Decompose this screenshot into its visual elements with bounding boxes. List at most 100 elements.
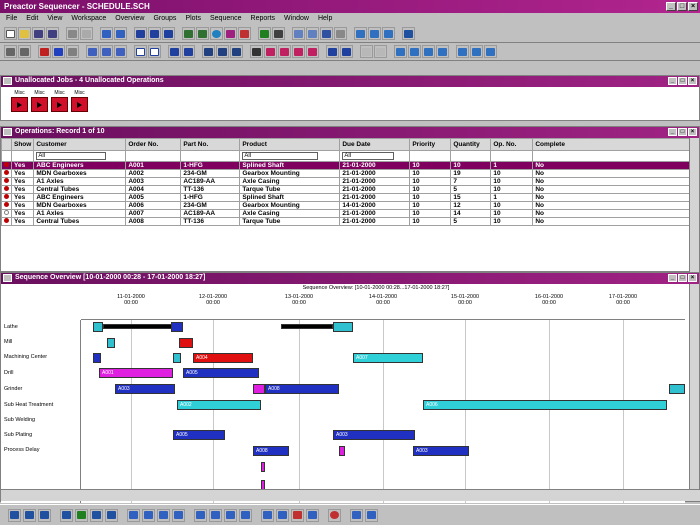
gantt-bar[interactable] xyxy=(261,462,265,472)
table-row[interactable]: Yes MDN Gearboxes A006 234-GM Gearbox Mounti… xyxy=(1,201,693,210)
unallocated-job[interactable]: Misc xyxy=(11,90,28,113)
layout-icon[interactable] xyxy=(134,27,147,40)
gantt-bar[interactable] xyxy=(93,353,101,363)
table-row[interactable]: Yes Central Tubes A004 TT-136 Tarque Tube 21-… xyxy=(1,185,693,194)
gantt-bar[interactable] xyxy=(179,338,193,348)
check-op-icon[interactable] xyxy=(261,508,274,522)
sort-up-icon[interactable] xyxy=(224,508,237,522)
operations-vertical-scrollbar[interactable] xyxy=(689,138,699,272)
column-header[interactable]: Op. No. xyxy=(490,138,534,151)
column-header[interactable]: Priority xyxy=(409,138,452,151)
gantt-bar[interactable] xyxy=(281,324,333,329)
gantt-bar[interactable]: A003 xyxy=(413,446,469,456)
order-icon[interactable] xyxy=(114,45,127,58)
link-icon[interactable] xyxy=(230,45,243,58)
calc-icon[interactable] xyxy=(90,508,103,522)
table2-op-icon[interactable] xyxy=(365,508,378,522)
settings-icon[interactable] xyxy=(484,45,497,58)
gantt-bar[interactable]: A008 xyxy=(265,384,339,394)
group-icon[interactable] xyxy=(86,45,99,58)
ungroup-icon[interactable] xyxy=(100,45,113,58)
view-icon[interactable] xyxy=(168,45,181,58)
close-button[interactable]: × xyxy=(688,128,697,136)
unallocated-job[interactable]: Misc xyxy=(31,90,48,113)
unallocated-job[interactable]: Misc xyxy=(51,90,68,113)
close-button[interactable]: × xyxy=(688,274,697,282)
sort-icon[interactable] xyxy=(382,27,395,40)
check-icon[interactable] xyxy=(394,45,407,58)
select-icon[interactable] xyxy=(8,508,21,522)
copy-icon[interactable] xyxy=(105,508,118,522)
sort-asc-icon[interactable] xyxy=(194,508,207,522)
bars-icon[interactable] xyxy=(408,45,421,58)
disabled-b-icon[interactable] xyxy=(374,45,387,58)
gantt-bar[interactable]: A004 xyxy=(193,353,253,363)
zoom-in-icon[interactable] xyxy=(292,27,305,40)
help-pointer-icon[interactable] xyxy=(402,27,415,40)
due-date-filter-select[interactable]: All xyxy=(342,152,395,160)
panel-icon[interactable] xyxy=(162,27,175,40)
minimize-button[interactable]: _ xyxy=(666,2,676,11)
maximize-button[interactable]: □ xyxy=(678,128,687,136)
binoculars-icon[interactable] xyxy=(250,45,263,58)
play-icon[interactable] xyxy=(202,45,215,58)
first-icon[interactable] xyxy=(127,508,140,522)
minimize-button[interactable]: _ xyxy=(668,128,677,136)
wand-icon[interactable] xyxy=(224,27,237,40)
chart-icon[interactable] xyxy=(114,27,127,40)
link-op-icon[interactable] xyxy=(38,508,51,522)
last-icon[interactable] xyxy=(172,508,185,522)
grid-op-icon[interactable] xyxy=(276,508,289,522)
print-icon[interactable] xyxy=(66,27,79,40)
menu-window[interactable]: Window xyxy=(284,15,309,23)
gantt-bar[interactable] xyxy=(171,322,183,332)
frame-icon[interactable] xyxy=(134,45,147,58)
sort-desc-icon[interactable] xyxy=(209,508,222,522)
gantt-bar[interactable] xyxy=(333,322,353,332)
menu-sequence[interactable]: Sequence xyxy=(210,15,242,23)
table-row[interactable]: Yes MDN Gearboxes A002 234-GM Gearbox Mounti… xyxy=(1,169,693,178)
eq-icon[interactable] xyxy=(216,45,229,58)
open-folder-icon[interactable] xyxy=(18,27,31,40)
gantt-bar[interactable]: A007 xyxy=(353,353,423,363)
table-row[interactable]: Yes Central Tubes A008 TT-136 Tarque Tube 21-… xyxy=(1,217,693,226)
gantt-bar[interactable] xyxy=(93,322,103,332)
filter-icon[interactable] xyxy=(320,27,333,40)
gantt-bar[interactable]: A003 xyxy=(333,430,415,440)
gantt-bar[interactable]: A008 xyxy=(253,446,289,456)
job-red-icon[interactable] xyxy=(38,45,51,58)
flag-op-icon[interactable] xyxy=(291,508,304,522)
menu-view[interactable]: View xyxy=(47,15,62,23)
clock-icon[interactable] xyxy=(328,508,341,522)
save-icon[interactable] xyxy=(32,27,45,40)
menu-overview[interactable]: Overview xyxy=(115,15,144,23)
lock-icon[interactable] xyxy=(456,45,469,58)
gantt-bar[interactable] xyxy=(339,446,345,456)
disabled-a-icon[interactable] xyxy=(360,45,373,58)
next-icon[interactable] xyxy=(157,508,170,522)
column-header[interactable]: Customer xyxy=(33,138,127,151)
bars2-icon[interactable] xyxy=(422,45,435,58)
table-icon[interactable] xyxy=(368,27,381,40)
gantt-bar[interactable] xyxy=(103,324,173,329)
column-header[interactable]: Product xyxy=(239,138,341,151)
resource-icon[interactable] xyxy=(196,27,209,40)
menu-reports[interactable]: Reports xyxy=(251,15,276,23)
column-header[interactable]: Part No. xyxy=(180,138,241,151)
save-as-icon[interactable] xyxy=(46,27,59,40)
split-icon[interactable] xyxy=(334,27,347,40)
column-header[interactable]: Quantity xyxy=(450,138,492,151)
print-setup-icon[interactable] xyxy=(18,45,31,58)
view2-icon[interactable] xyxy=(182,45,195,58)
menu-edit[interactable]: Edit xyxy=(26,15,38,23)
maximize-button[interactable]: □ xyxy=(678,77,687,85)
menu-plots[interactable]: Plots xyxy=(185,15,201,23)
prev-icon[interactable] xyxy=(142,508,155,522)
gantt-bar[interactable] xyxy=(669,384,685,394)
gantt-bar[interactable] xyxy=(107,338,115,348)
grid-icon[interactable] xyxy=(100,27,113,40)
table-row[interactable]: Yes ABC Engineers A001 1-HFG Splined Shaft 21… xyxy=(1,161,693,170)
close-button[interactable]: × xyxy=(688,2,698,11)
sequence-vertical-scrollbar[interactable] xyxy=(689,284,699,490)
column-header[interactable]: Order No. xyxy=(125,138,182,151)
